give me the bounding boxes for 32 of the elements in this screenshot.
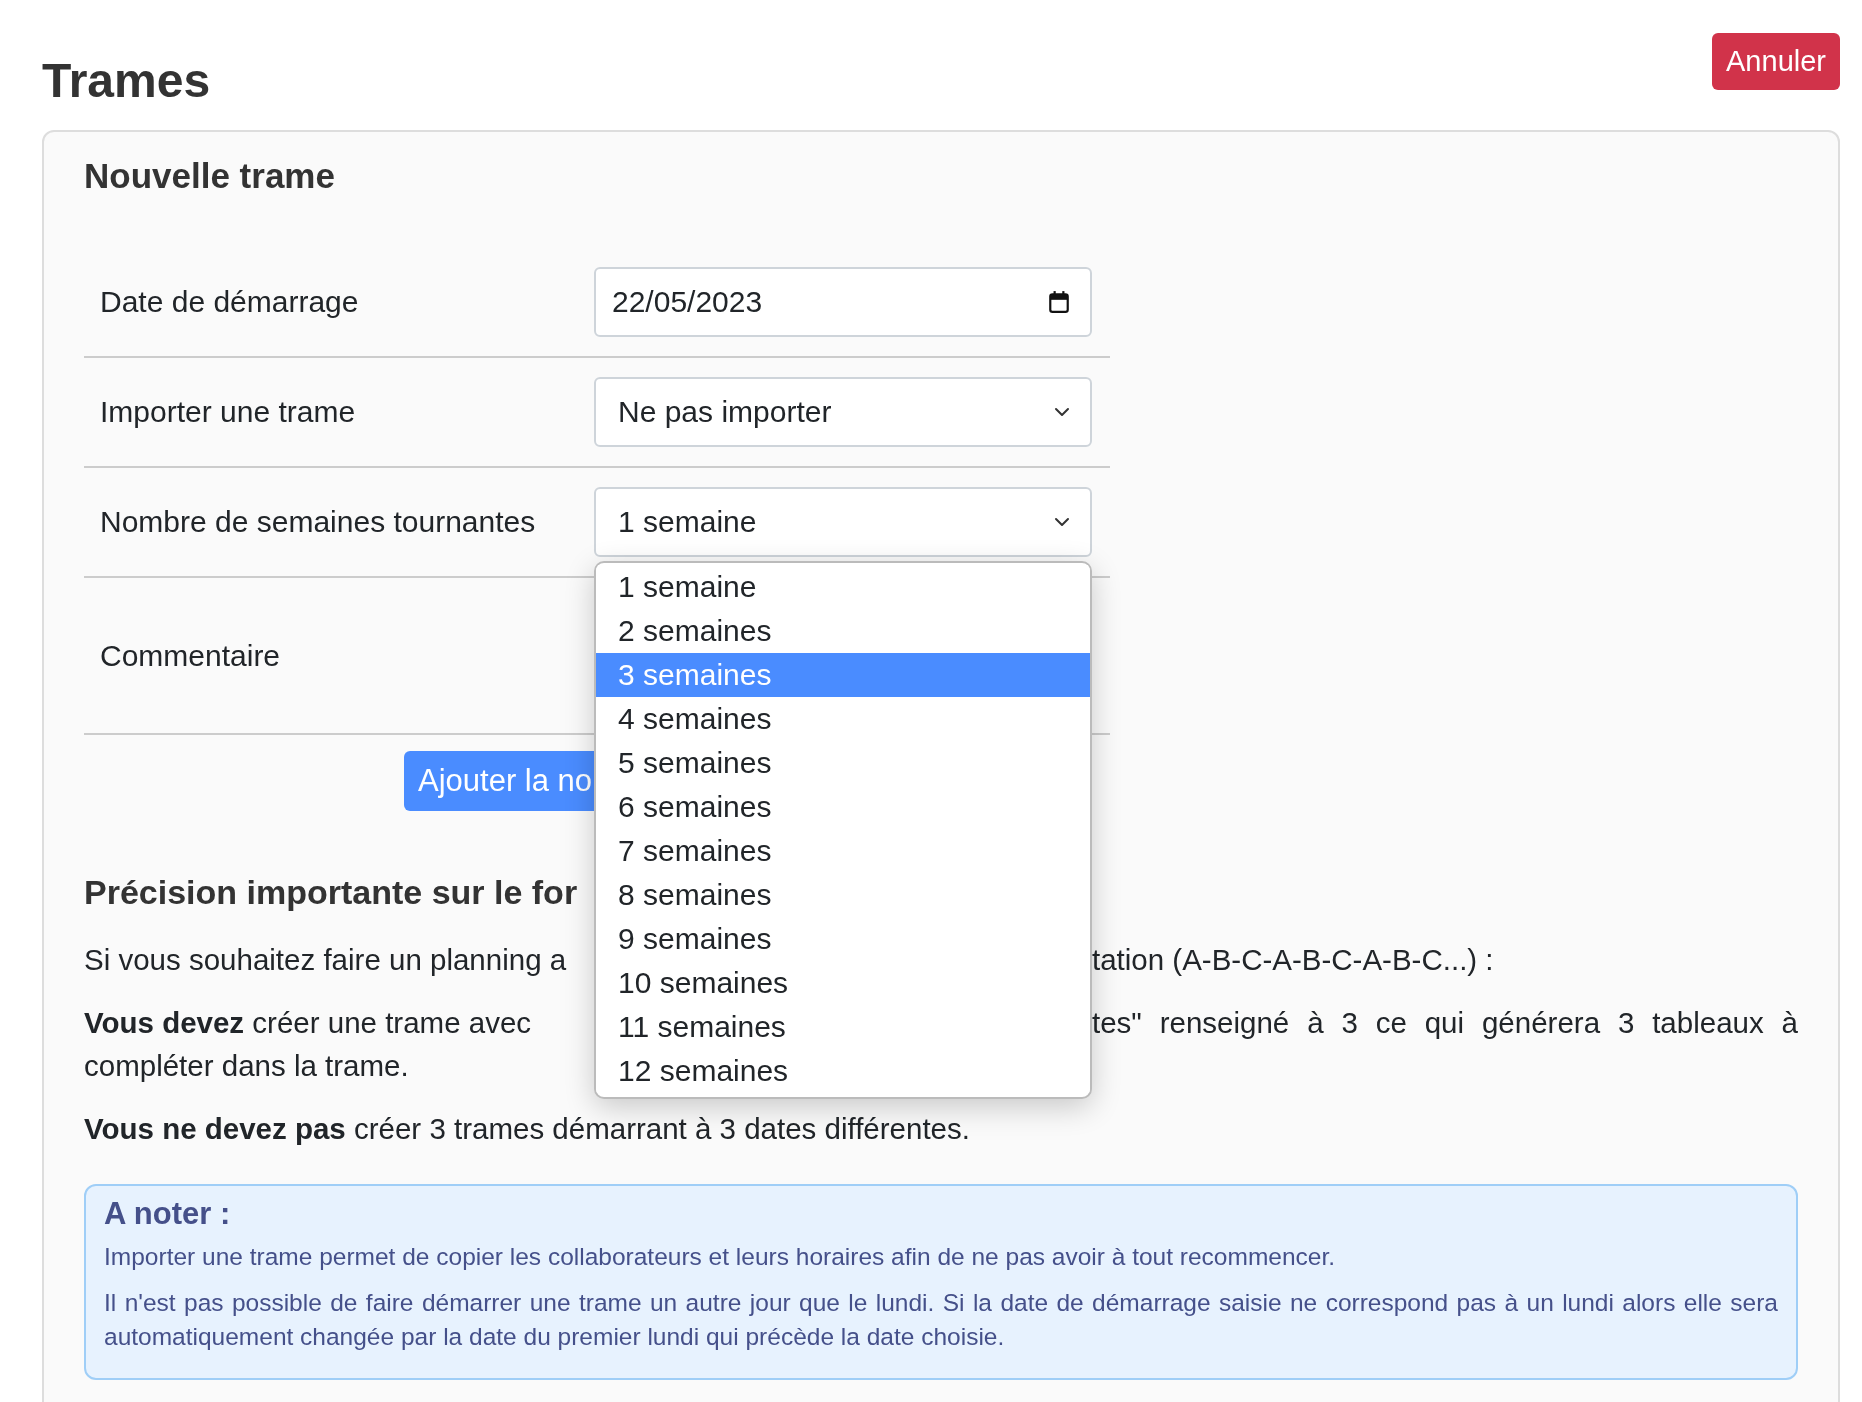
paragraph: Vous ne devez pas créer 3 trames démarrant à 3 dates différentes. (84, 1111, 971, 1147)
dropdown-option[interactable]: 1 semaine (596, 565, 1090, 609)
dropdown-option[interactable]: 6 semaines (596, 785, 1090, 829)
dropdown-option[interactable]: 2 semaines (596, 609, 1090, 653)
paragraph-fragment: compléter dans la trame. (84, 1048, 409, 1084)
dropdown-option[interactable]: 9 semaines (596, 917, 1090, 961)
dropdown-option[interactable]: 7 semaines (596, 829, 1090, 873)
paragraph-fragment: tes" renseigné à 3 ce qui générera 3 tableaux à (1092, 1005, 1798, 1041)
field-label: Nombre de semaines tournantes (99, 505, 537, 539)
section-title: Précision importante sur le for (84, 873, 578, 912)
dropdown-option[interactable]: 4 semaines (596, 697, 1090, 741)
field-label: Importer une trame (99, 395, 357, 429)
select-field[interactable]: 1 semaine (594, 487, 1092, 557)
card-title: Nouvelle trame (84, 156, 336, 196)
field-label: Date de démarrage (99, 285, 360, 319)
page-title: Trames (42, 53, 211, 108)
paragraph-fragment: tation (A-B-C-A-B-C-A-B-C...) : (1092, 942, 1495, 978)
cancel-button[interactable]: Annuler (1712, 33, 1840, 90)
note-text: Importer une trame permet de copier les collaborateurs et leurs horaires afin de ne pas avoir à tout recommencer. (104, 1242, 1337, 1272)
dropdown-option[interactable]: 11 semaines (596, 1005, 1090, 1049)
select-field[interactable]: Ne pas importer (594, 377, 1092, 447)
field-label: Commentaire (99, 638, 282, 673)
dropdown-option[interactable]: 8 semaines (596, 873, 1090, 917)
dropdown-option[interactable]: 5 semaines (596, 741, 1090, 785)
dropdown-option[interactable]: 10 semaines (596, 961, 1090, 1005)
dropdown-option[interactable]: 12 semaines (596, 1049, 1090, 1093)
paragraph-fragment: Si vous souhaitez faire un planning a (84, 942, 568, 978)
note-text: Il n'est pas possible de faire démarrer une trame un autre jour que le lundi. Si la date de démarrage saisie ne correspond pas à un lundi alors elle sera automatiquement changée par la date du premier lundi qui précède la date choisie. (104, 1288, 1778, 1352)
calendar-icon[interactable] (1048, 290, 1070, 314)
date-field[interactable]: 22/05/2023 (594, 267, 1092, 337)
note-title: A noter : (104, 1196, 232, 1232)
paragraph-fragment: Vous devez créer une trame avec (84, 1005, 533, 1041)
